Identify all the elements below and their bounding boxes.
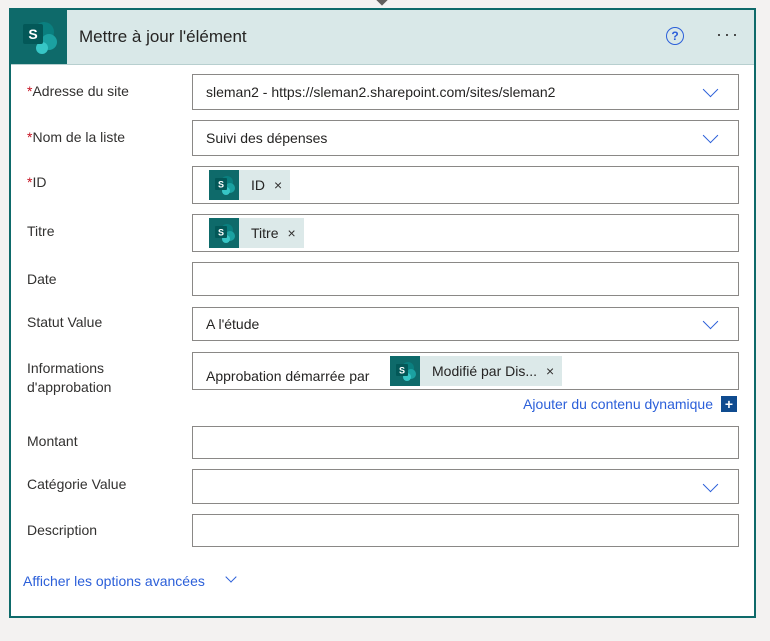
svg-text:S: S: [399, 366, 405, 376]
approval-prefix: Approbation démarrée par: [206, 368, 370, 384]
category-label: Catégorie Value: [27, 476, 127, 492]
action-card: S Mettre à jour l'élément ? ··· *Adresse…: [9, 8, 756, 618]
site-address-dropdown[interactable]: sleman2 - https://sleman2.sharepoint.com…: [192, 74, 739, 110]
list-name-label-text: Nom de la liste: [32, 129, 126, 145]
approval-label: Informations d'approbation: [27, 359, 111, 397]
svg-text:S: S: [218, 228, 224, 238]
close-icon[interactable]: ×: [274, 177, 282, 193]
modified-by-token-label: Modifié par Dis...: [432, 363, 538, 379]
approval-label-line1: Informations: [27, 360, 105, 376]
sharepoint-icon: S: [390, 356, 420, 386]
sharepoint-logo: S: [11, 10, 67, 64]
help-icon[interactable]: ?: [666, 27, 684, 45]
category-dropdown[interactable]: [192, 469, 739, 504]
chevron-down-icon[interactable]: [702, 81, 719, 98]
approval-label-line2: d'approbation: [27, 379, 112, 395]
site-address-value: sleman2 - https://sleman2.sharepoint.com…: [206, 84, 556, 100]
sharepoint-icon: S: [209, 170, 239, 200]
site-address-label-text: Adresse du site: [32, 83, 129, 99]
modified-by-token[interactable]: S Modifié par Dis... ×: [390, 356, 563, 386]
svg-text:S: S: [28, 26, 37, 42]
chevron-down-icon[interactable]: [702, 313, 719, 330]
chevron-down-icon[interactable]: [702, 476, 719, 493]
close-icon[interactable]: ×: [287, 225, 295, 241]
approval-field[interactable]: Approbation démarrée par S Modifié par D…: [192, 352, 739, 390]
status-dropdown[interactable]: A l'étude: [192, 307, 739, 341]
add-dynamic-content-link[interactable]: Ajouter du contenu dynamique: [523, 396, 713, 412]
id-label: *ID: [27, 173, 46, 192]
sharepoint-icon: S: [23, 22, 57, 54]
svg-text:S: S: [218, 180, 224, 190]
date-input[interactable]: [192, 262, 739, 296]
date-label: Date: [27, 271, 57, 287]
more-options-icon[interactable]: ···: [716, 24, 740, 45]
amount-label: Montant: [27, 433, 78, 449]
chevron-down-icon[interactable]: [225, 571, 237, 583]
id-token-label: ID: [251, 177, 265, 193]
add-dynamic-content-icon[interactable]: +: [721, 396, 737, 412]
description-input[interactable]: [192, 514, 739, 547]
description-label: Description: [27, 522, 98, 538]
amount-input[interactable]: [192, 426, 739, 459]
card-title[interactable]: Mettre à jour l'élément: [79, 27, 247, 47]
site-address-label: *Adresse du site: [27, 82, 129, 101]
status-label: Statut Value: [27, 314, 103, 330]
list-name-label: *Nom de la liste: [27, 128, 125, 147]
list-name-dropdown[interactable]: Suivi des dépenses: [192, 120, 739, 156]
title-label: Titre: [27, 223, 55, 239]
card-header[interactable]: S Mettre à jour l'élément ? ···: [11, 10, 754, 65]
id-field[interactable]: S ID ×: [192, 166, 739, 204]
list-name-value: Suivi des dépenses: [206, 130, 328, 146]
sharepoint-icon: S: [209, 218, 239, 248]
id-token[interactable]: S ID ×: [209, 170, 291, 200]
id-label-text: ID: [32, 174, 47, 190]
connector-arrow: [376, 0, 388, 6]
title-token-label: Titre: [251, 225, 279, 241]
title-field[interactable]: S Titre ×: [192, 214, 739, 252]
show-advanced-options-link[interactable]: Afficher les options avancées: [23, 573, 205, 589]
status-value: A l'étude: [206, 316, 260, 332]
title-token[interactable]: S Titre ×: [209, 218, 304, 248]
chevron-down-icon[interactable]: [702, 127, 719, 144]
close-icon[interactable]: ×: [546, 363, 554, 379]
